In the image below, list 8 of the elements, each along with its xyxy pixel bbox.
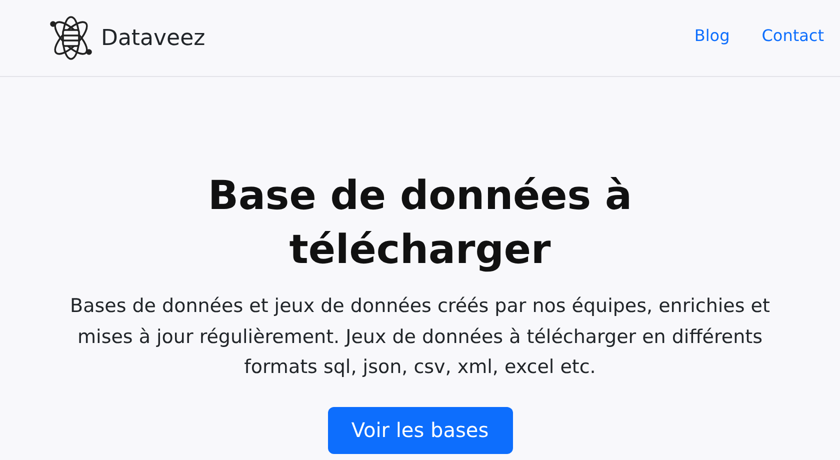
nav-link[interactable]: Contact bbox=[762, 24, 824, 48]
hero-description: Bases de données et jeux de données créés par nos équipes, enrichies et mises à jour régulièrement. Jeux de données à télécharger en différents formats sql, json, csv, xml, excel etc. bbox=[69, 294, 771, 380]
nav-link[interactable]: Blog bbox=[694, 24, 730, 48]
brand-link[interactable]: Dataveez bbox=[48, 15, 206, 61]
brand-name: Dataveez bbox=[101, 24, 206, 52]
hero-heading: Base de données à télécharger bbox=[206, 172, 634, 275]
browse-button[interactable]: Voir les bases bbox=[328, 406, 512, 454]
atom-logo-icon bbox=[48, 15, 94, 61]
